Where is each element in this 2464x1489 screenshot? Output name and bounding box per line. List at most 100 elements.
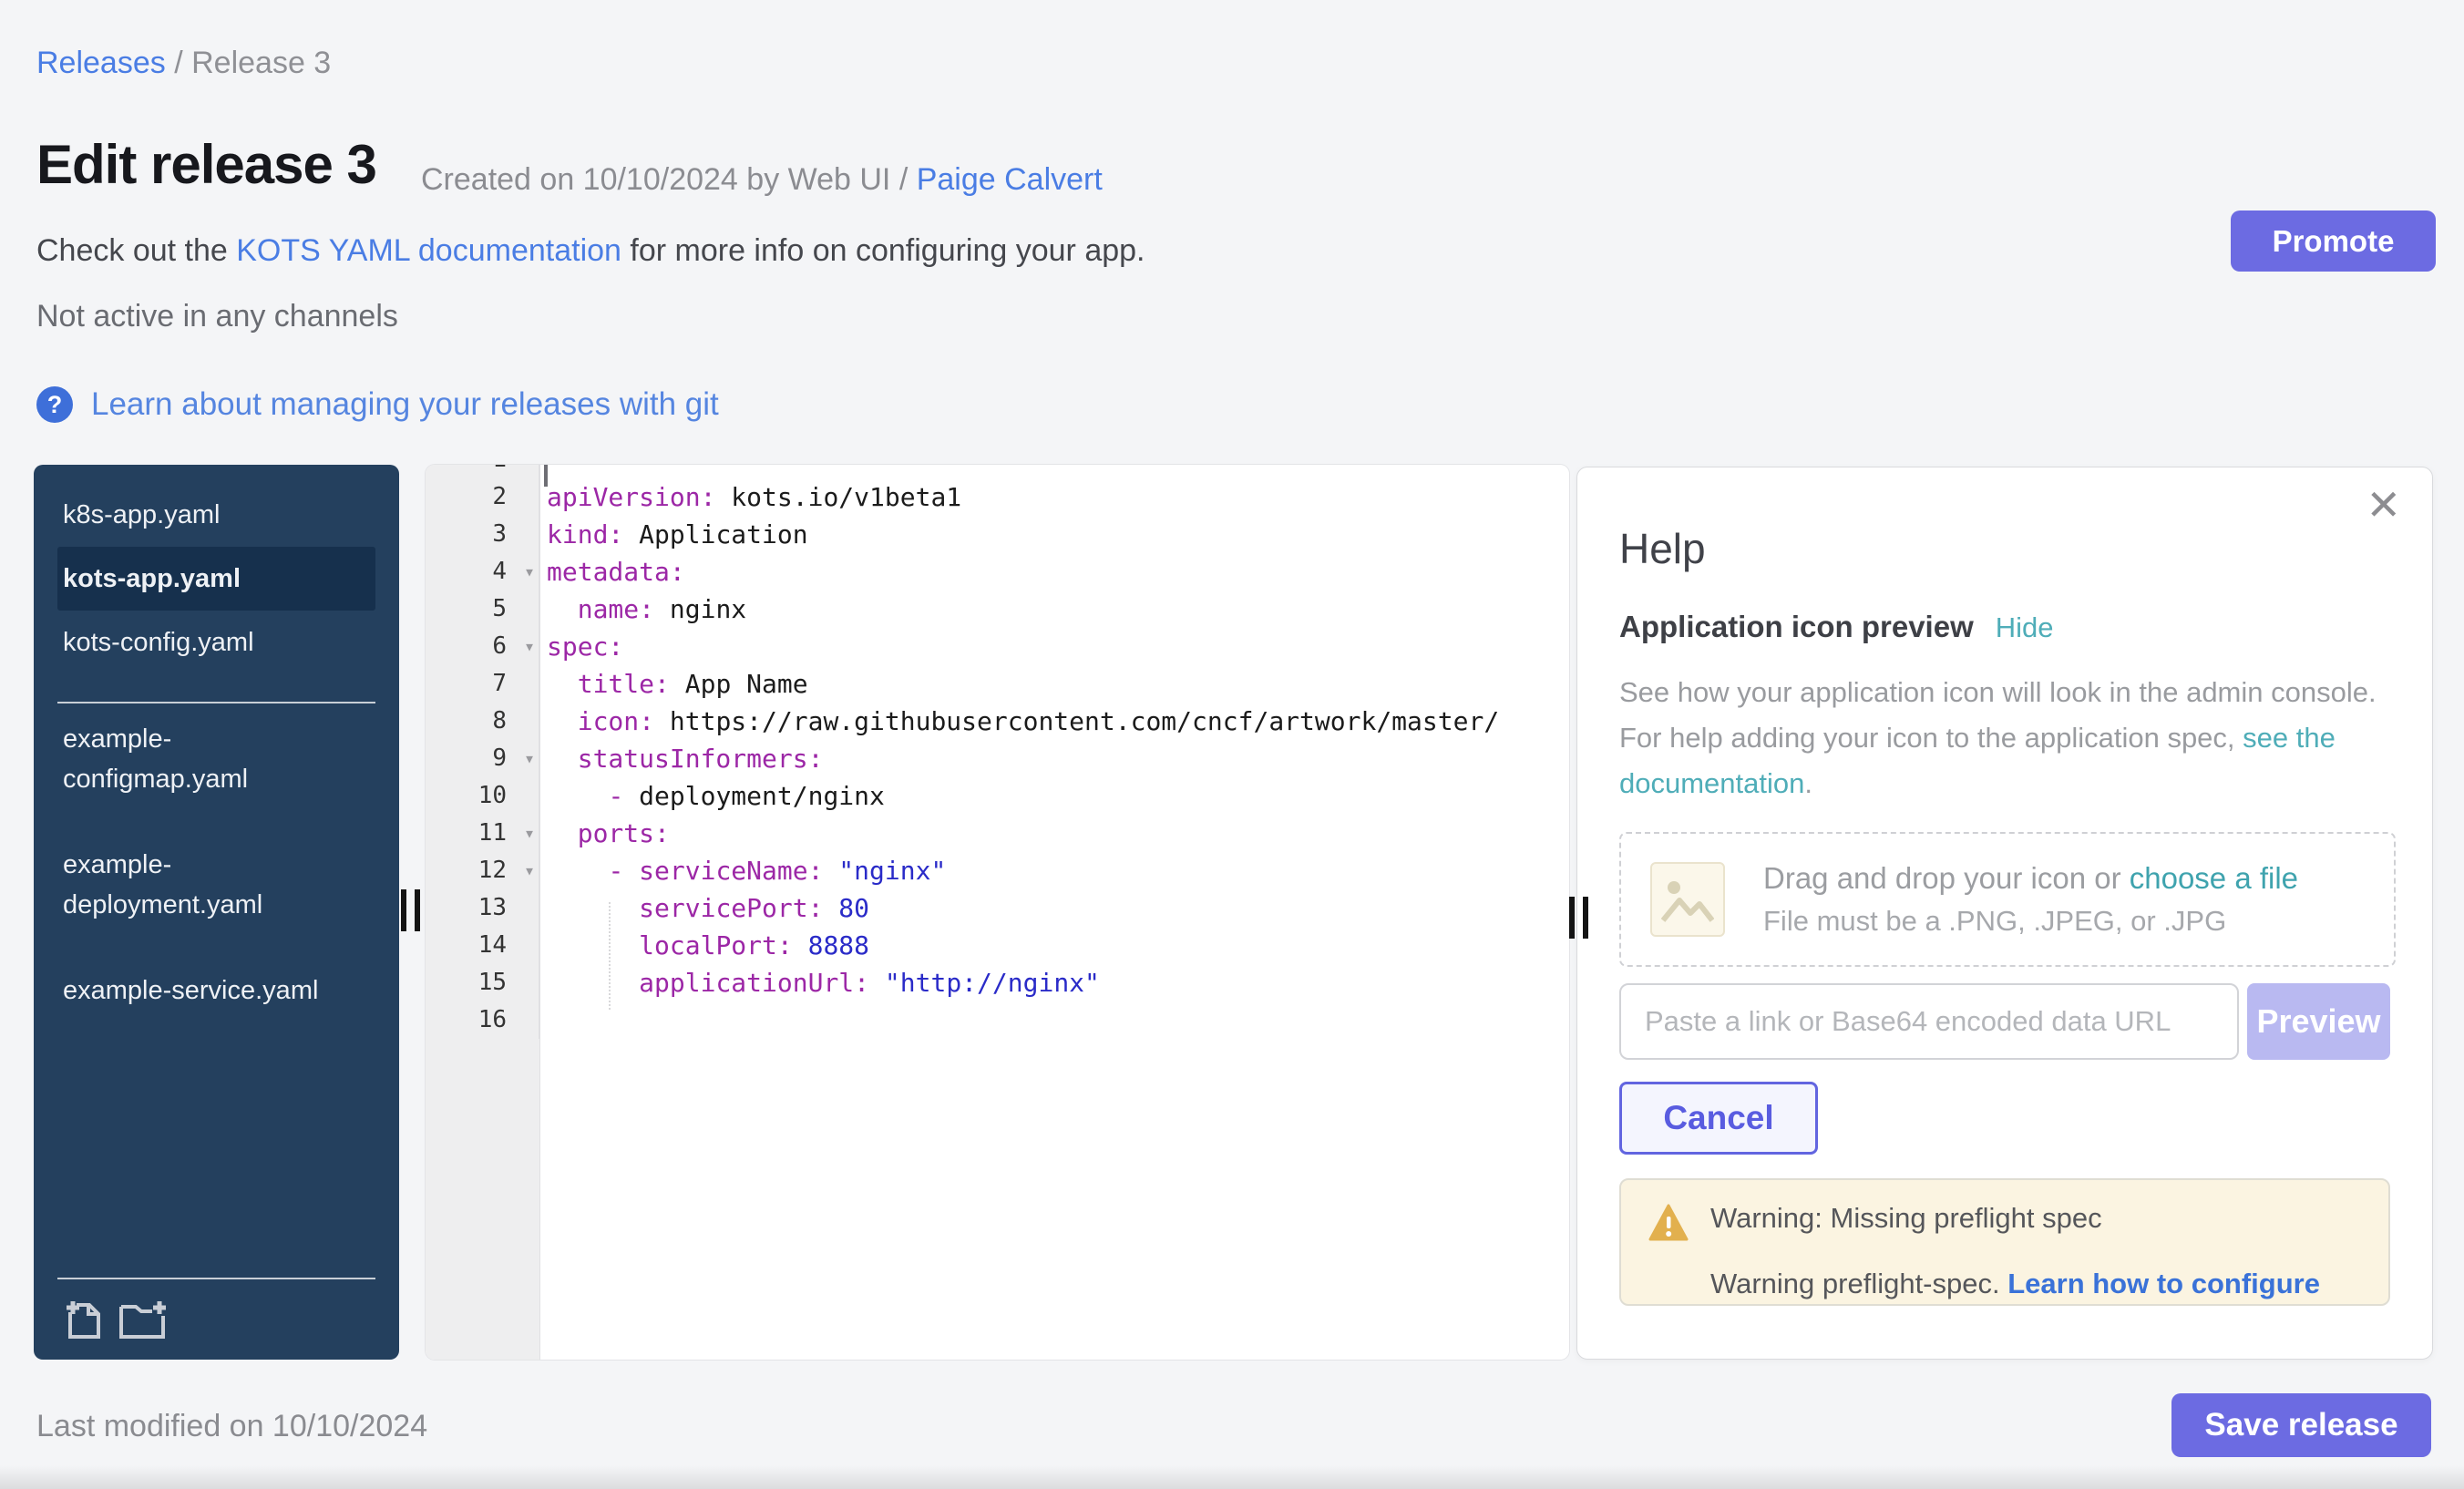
code-line[interactable]: 2apiVersion: kots.io/v1beta1 <box>426 478 1569 516</box>
image-placeholder-icon <box>1650 862 1725 937</box>
sidebar-file-item[interactable]: kots-app.yaml <box>57 547 375 611</box>
line-number: 15 <box>426 964 539 1001</box>
code-line[interactable]: 5 name: nginx <box>426 590 1569 628</box>
fold-arrow-icon[interactable]: ▾ <box>524 628 535 665</box>
cancel-button[interactable]: Cancel <box>1619 1082 1818 1155</box>
resize-handle-sidebar[interactable] <box>401 889 425 931</box>
help-panel: ✕ Help Application icon preview Hide See… <box>1576 467 2433 1360</box>
code-text: title: App Name <box>539 665 1569 703</box>
line-number: 1 <box>426 465 539 478</box>
icon-preview-title: Application icon preview <box>1619 610 1974 644</box>
line-number: 4▾ <box>426 553 539 590</box>
warning-icon <box>1648 1204 1689 1242</box>
code-line[interactable]: 14 localPort: 8888 <box>426 927 1569 964</box>
fold-arrow-icon[interactable]: ▾ <box>524 815 535 852</box>
icon-dropzone[interactable]: Drag and drop your icon or choose a file… <box>1619 832 2396 967</box>
fold-arrow-icon[interactable]: ▾ <box>524 553 535 590</box>
close-icon[interactable]: ✕ <box>2366 480 2401 529</box>
sidebar-footer-divider <box>57 1278 375 1279</box>
help-description: See how your application icon will look … <box>1619 670 2394 806</box>
bottom-shade <box>0 1465 2464 1489</box>
code-line[interactable]: 7 title: App Name <box>426 665 1569 703</box>
code-text: ports: <box>539 815 1569 852</box>
code-text: localPort: 8888 <box>539 927 1569 964</box>
promote-button[interactable]: Promote <box>2231 211 2436 272</box>
code-line[interactable]: 11▾ ports: <box>426 815 1569 852</box>
line-number: 12▾ <box>426 852 539 889</box>
author-link[interactable]: Paige Calvert <box>917 162 1103 197</box>
sidebar-file-item[interactable]: k8s-app.yaml <box>57 483 375 547</box>
file-sidebar: k8s-app.yamlkots-app.yamlkots-config.yam… <box>34 465 399 1360</box>
dropzone-filetypes: File must be a .PNG, .JPEG, or .JPG <box>1763 905 2298 938</box>
warning-detail: Warning preflight-spec. <box>1710 1268 2007 1299</box>
code-text: apiVersion: kots.io/v1beta1 <box>539 478 1569 516</box>
line-number: 7 <box>426 665 539 703</box>
line-number: 3 <box>426 516 539 553</box>
page-title: Edit release 3 <box>36 133 376 196</box>
line-number: 14 <box>426 927 539 964</box>
channel-status: Not active in any channels <box>36 299 398 334</box>
git-help-row: ? Learn about managing your releases wit… <box>36 386 719 423</box>
created-info: Created on 10/10/2024 by Web UI / Paige … <box>421 162 1103 198</box>
last-modified: Last modified on 10/10/2024 <box>36 1409 427 1444</box>
code-text: --- <box>539 465 1569 478</box>
code-line[interactable]: 1--- <box>426 465 1569 478</box>
code-line[interactable]: 4▾metadata: <box>426 553 1569 590</box>
code-text: applicationUrl: "http://nginx" <box>539 964 1569 1001</box>
code-text: servicePort: 80 <box>539 889 1569 927</box>
help-desc-period: . <box>1804 767 1812 799</box>
warning-title: Warning: Missing preflight spec <box>1710 1202 2102 1235</box>
preflight-warning: Warning: Missing preflight spec Warning … <box>1619 1178 2390 1306</box>
code-line[interactable]: 16 <box>426 1001 1569 1039</box>
code-text: statusInformers: <box>539 740 1569 777</box>
hide-link[interactable]: Hide <box>1996 611 2054 644</box>
preview-button[interactable]: Preview <box>2247 983 2390 1060</box>
line-number: 5 <box>426 590 539 628</box>
line-number: 13 <box>426 889 539 927</box>
line-number: 9▾ <box>426 740 539 777</box>
code-line[interactable]: 8 icon: https://raw.githubusercontent.co… <box>426 703 1569 740</box>
code-text <box>539 1001 1569 1039</box>
line-number: 8 <box>426 703 539 740</box>
yaml-editor[interactable]: 1---2apiVersion: kots.io/v1beta13kind: A… <box>426 465 1569 1360</box>
code-line[interactable]: 12▾ - serviceName: "nginx" <box>426 852 1569 889</box>
sidebar-file-item[interactable]: example-service.yaml <box>57 959 375 1022</box>
text-cursor <box>544 465 548 487</box>
sidebar-file-item[interactable]: example-configmap.yaml <box>57 707 375 811</box>
code-line[interactable]: 10 - deployment/nginx <box>426 777 1569 815</box>
help-title: Help <box>1619 524 1706 573</box>
sidebar-footer <box>57 1278 375 1340</box>
choose-file-link[interactable]: choose a file <box>2130 861 2298 895</box>
question-icon: ? <box>36 386 73 423</box>
code-line[interactable]: 13 servicePort: 80 <box>426 889 1569 927</box>
code-line[interactable]: 6▾spec: <box>426 628 1569 665</box>
breadcrumb: Releases / Release 3 <box>36 46 331 81</box>
add-folder-icon[interactable] <box>119 1299 172 1340</box>
breadcrumb-releases-link[interactable]: Releases <box>36 46 166 80</box>
code-line[interactable]: 3kind: Application <box>426 516 1569 553</box>
save-release-button[interactable]: Save release <box>2171 1393 2431 1457</box>
icon-url-input[interactable] <box>1619 983 2239 1060</box>
code-line[interactable]: 9▾ statusInformers: <box>426 740 1569 777</box>
breadcrumb-separator: / <box>174 46 191 80</box>
add-file-icon[interactable] <box>65 1299 101 1340</box>
fold-arrow-icon[interactable]: ▾ <box>524 852 535 889</box>
sidebar-file-item[interactable]: example-deployment.yaml <box>57 833 375 937</box>
code-text: metadata: <box>539 553 1569 590</box>
resize-handle-help[interactable] <box>1569 897 1593 939</box>
kots-docs-link[interactable]: KOTS YAML documentation <box>236 233 621 268</box>
configure-link[interactable]: Learn how to configure <box>2007 1268 2320 1299</box>
dropzone-text: Drag and drop your icon or <box>1763 861 2130 895</box>
line-number: 10 <box>426 777 539 815</box>
created-text: Created on 10/10/2024 by Web UI / <box>421 162 917 197</box>
intro-suffix: for more info on configuring your app. <box>621 233 1145 268</box>
code-text: icon: https://raw.githubusercontent.com/… <box>539 703 1569 740</box>
fold-arrow-icon[interactable]: ▾ <box>524 740 535 777</box>
git-releases-link[interactable]: Learn about managing your releases with … <box>91 386 719 423</box>
line-number: 6▾ <box>426 628 539 665</box>
sidebar-file-item[interactable]: kots-config.yaml <box>57 611 375 674</box>
breadcrumb-current: Release 3 <box>191 46 331 80</box>
line-number: 16 <box>426 1001 539 1039</box>
code-line[interactable]: 15 applicationUrl: "http://nginx" <box>426 964 1569 1001</box>
code-text: name: nginx <box>539 590 1569 628</box>
